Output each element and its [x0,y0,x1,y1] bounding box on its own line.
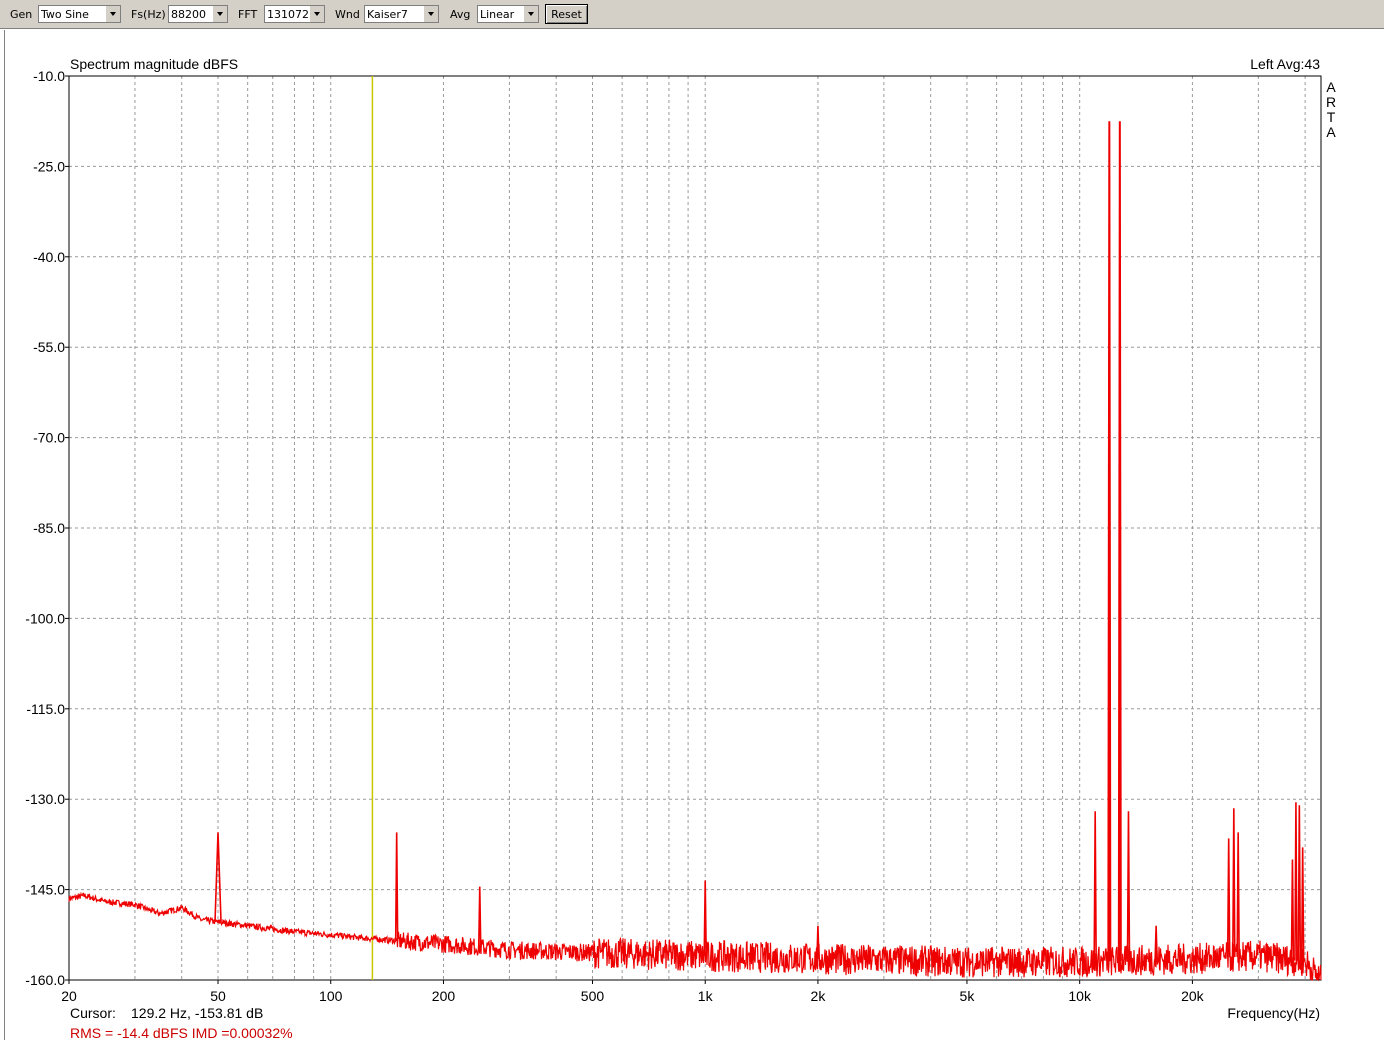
spectrum-peak [1232,808,1236,958]
x-tick-label: 10k [1068,988,1092,1004]
spectrum-peak [394,832,399,941]
arta-watermark: A R T A [1326,79,1336,140]
x-tick-label: 20 [61,988,77,1004]
spectrum-peak [477,886,482,948]
y-tick-label: -85.0 [33,520,65,536]
spectrum-peak [1126,811,1131,961]
x-tick-label: 1k [698,988,714,1004]
cursor-label: Cursor: [70,1005,116,1021]
watermark-letter: A [1326,79,1336,95]
x-tick-label: 500 [581,988,605,1004]
spectrum-peak [214,832,222,922]
spectrum-peak [1117,121,1122,961]
major-gridlines [69,165,1321,891]
x-tick-label: 2k [811,988,827,1004]
spectrum-trace [68,891,1322,982]
spectrum-peak [1290,859,1295,961]
x-axis-ticks: 20 50 100 200 500 1k 2k 5k 10k 20k [61,980,1205,1004]
y-tick-label: -145.0 [25,882,65,898]
x-tick-label: 50 [210,988,226,1004]
spectrum-peak [1236,832,1240,957]
x-tick-label: 200 [432,988,456,1004]
rms-imd-readout: RMS = -14.4 dBFS IMD =0.00032% [70,1025,293,1041]
x-tick-label: 100 [319,988,343,1004]
spectrum-peak [1107,121,1112,962]
y-tick-label: -130.0 [25,791,65,807]
watermark-letter: A [1326,124,1336,140]
y-tick-label: -160.0 [25,972,65,988]
spectrum-peak [703,880,708,956]
x-tick-label: 20k [1181,988,1205,1004]
y-tick-label: -115.0 [26,701,65,717]
spectrum-chart[interactable]: -10.0 -25.0 -40.0 -55.0 -70.0 -85.0 -100.0 -115… [0,0,1384,1047]
y-tick-label: -25.0 [33,158,65,174]
spectrum-peak [1093,811,1097,962]
watermark-letter: T [1327,109,1336,125]
spectrum-peaks [214,121,1305,962]
spectrum-peak [1300,847,1305,962]
watermark-letter: R [1326,94,1336,110]
x-axis-label: Frequency(Hz) [1227,1005,1320,1021]
y-tick-label: -100.0 [25,610,65,626]
y-tick-label: -55.0 [33,339,65,355]
chart-title: Spectrum magnitude dBFS [70,56,238,72]
channel-avg-label: Left Avg:43 [1250,56,1320,72]
cursor-readout: 129.2 Hz, -153.81 dB [131,1005,263,1021]
y-tick-label: -70.0 [33,430,65,446]
spectrum-peak [1294,802,1298,961]
x-tick-label: 5k [960,988,976,1004]
spectrum-peak [1297,805,1302,962]
spectrum-peak [1226,838,1231,958]
y-axis-ticks: -10.0 -25.0 -40.0 -55.0 -70.0 -85.0 -100.0 -115… [25,68,69,988]
y-tick-label: -40.0 [33,249,65,265]
y-tick-label: -10.0 [33,68,65,84]
